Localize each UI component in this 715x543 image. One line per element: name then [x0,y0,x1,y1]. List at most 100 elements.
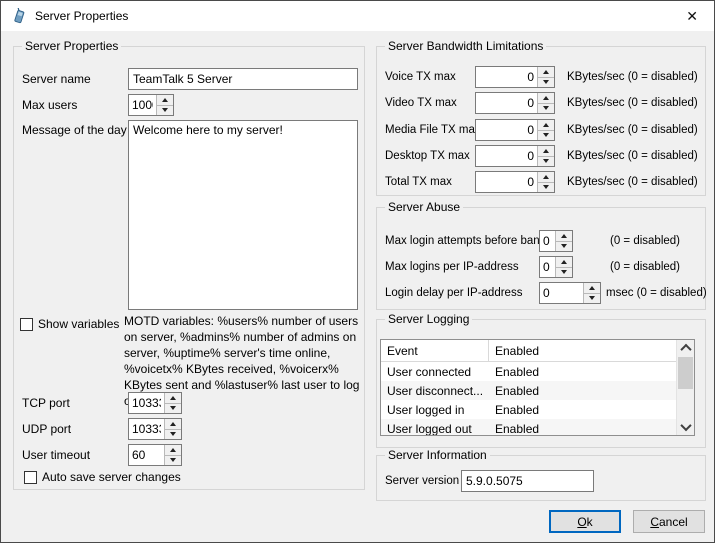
max-logins-ip-row: Max logins per IP-address (0 = disabled) [385,256,697,278]
spin-up-icon [561,260,567,264]
spin-up-button[interactable] [538,146,554,156]
close-icon[interactable]: ✕ [686,1,698,31]
spin-up-button[interactable] [538,172,554,182]
spin-up-button[interactable] [538,120,554,130]
tcp-port-input[interactable] [129,393,164,413]
scrollbar-thumb[interactable] [678,357,693,389]
total-tx-input[interactable] [476,172,537,192]
spinner-buttons [537,93,554,113]
spin-up-button[interactable] [165,419,181,429]
max-logins-ip-input[interactable] [540,257,555,277]
spin-up-button[interactable] [538,67,554,77]
total-tx-suffix: KBytes/sec (0 = disabled) [567,176,698,188]
desktop-tx-suffix: KBytes/sec (0 = disabled) [567,150,698,162]
spin-up-button[interactable] [157,95,173,105]
auto-save-checkbox[interactable] [24,471,37,484]
video-tx-input[interactable] [476,93,537,113]
udp-port-label: UDP port [22,422,128,436]
group-title-bandwidth: Server Bandwidth Limitations [385,39,546,53]
cancel-button[interactable]: Cancel [633,510,705,533]
teamtalk-icon [11,8,27,24]
column-header-enabled[interactable]: Enabled [488,340,677,361]
spin-down-button[interactable] [165,455,181,466]
scroll-up-button[interactable] [677,340,694,356]
table-row[interactable]: User connected Enabled [381,362,677,381]
max-login-attempts-row: Max login attempts before ban (0 = disab… [385,230,697,252]
spin-down-button[interactable] [584,293,600,304]
spin-up-button[interactable] [556,231,572,241]
max-login-attempts-input[interactable] [540,231,555,251]
max-logins-ip-spinbox [539,256,573,278]
spin-up-button[interactable] [584,283,600,293]
spin-down-button[interactable] [538,156,554,167]
mediafile-tx-suffix: KBytes/sec (0 = disabled) [567,124,698,136]
spin-up-button[interactable] [538,93,554,103]
spin-down-icon [543,106,549,110]
user-timeout-row: User timeout [22,444,358,466]
event-cell: User logged out [381,422,489,436]
max-users-label: Max users [22,98,128,112]
spinner-buttons [164,393,181,413]
spinner-buttons [537,120,554,140]
group-logging: Server Logging Event Enabled User connec… [376,319,706,448]
column-header-event[interactable]: Event [381,340,488,361]
login-delay-suffix: msec (0 = disabled) [606,287,707,299]
udp-port-input[interactable] [129,419,164,439]
spin-down-button[interactable] [538,182,554,193]
mediafile-tx-spinbox [475,119,555,141]
spin-up-icon [543,96,549,100]
spin-down-button[interactable] [165,403,181,414]
group-title-logging: Server Logging [385,312,472,326]
table-scrollbar[interactable] [676,340,694,435]
event-cell: User disconnect... [381,384,489,398]
motd-textarea[interactable]: Welcome here to my server! [128,120,358,310]
spinner-buttons [164,419,181,439]
spin-up-icon [543,123,549,127]
desktop-tx-row: Desktop TX max KBytes/sec (0 = disabled) [385,145,697,167]
spin-down-button[interactable] [538,77,554,88]
tcp-port-spinbox [128,392,182,414]
auto-save-label: Auto save server changes [42,470,181,484]
server-version-input[interactable] [461,470,594,492]
show-variables-checkbox[interactable] [20,318,33,331]
spin-up-button[interactable] [165,393,181,403]
spin-down-button[interactable] [165,429,181,440]
show-variables-label: Show variables [38,317,119,331]
login-delay-input[interactable] [540,283,583,303]
group-abuse: Server Abuse Max login attempts before b… [376,207,706,310]
tcp-port-label: TCP port [22,396,128,410]
spin-down-icon [589,296,595,300]
login-delay-spinbox [539,282,601,304]
spin-down-button[interactable] [556,241,572,252]
scroll-down-button[interactable] [677,419,694,435]
spin-down-button[interactable] [538,130,554,141]
desktop-tx-input[interactable] [476,146,537,166]
table-row[interactable]: User logged out Enabled [381,419,677,436]
server-name-input[interactable] [128,68,358,90]
spin-down-icon [543,159,549,163]
titlebar: Server Properties ✕ [1,1,714,31]
table-row[interactable]: User logged in Enabled [381,400,677,419]
spin-up-button[interactable] [165,445,181,455]
ok-button[interactable]: Ok [549,510,621,533]
spin-down-button[interactable] [157,105,173,116]
motd-label: Message of the day [22,123,127,137]
spin-down-button[interactable] [538,103,554,114]
server-name-row: Server name [22,68,358,90]
voice-tx-input[interactable] [476,67,537,87]
user-timeout-input[interactable] [129,445,164,465]
enabled-cell: Enabled [489,422,539,436]
desktop-tx-label: Desktop TX max [385,150,475,162]
group-title-server-properties: Server Properties [22,39,121,53]
voice-tx-spinbox [475,66,555,88]
mediafile-tx-input[interactable] [476,120,537,140]
spin-up-icon [543,70,549,74]
enabled-cell: Enabled [489,365,539,379]
table-row[interactable]: User disconnect... Enabled [381,381,677,400]
voice-tx-label: Voice TX max [385,71,475,83]
spin-up-button[interactable] [556,257,572,267]
video-tx-spinbox [475,92,555,114]
max-users-input[interactable] [129,95,156,115]
server-properties-dialog: Server Properties ✕ Server Properties Se… [0,0,715,543]
spin-down-button[interactable] [556,267,572,278]
